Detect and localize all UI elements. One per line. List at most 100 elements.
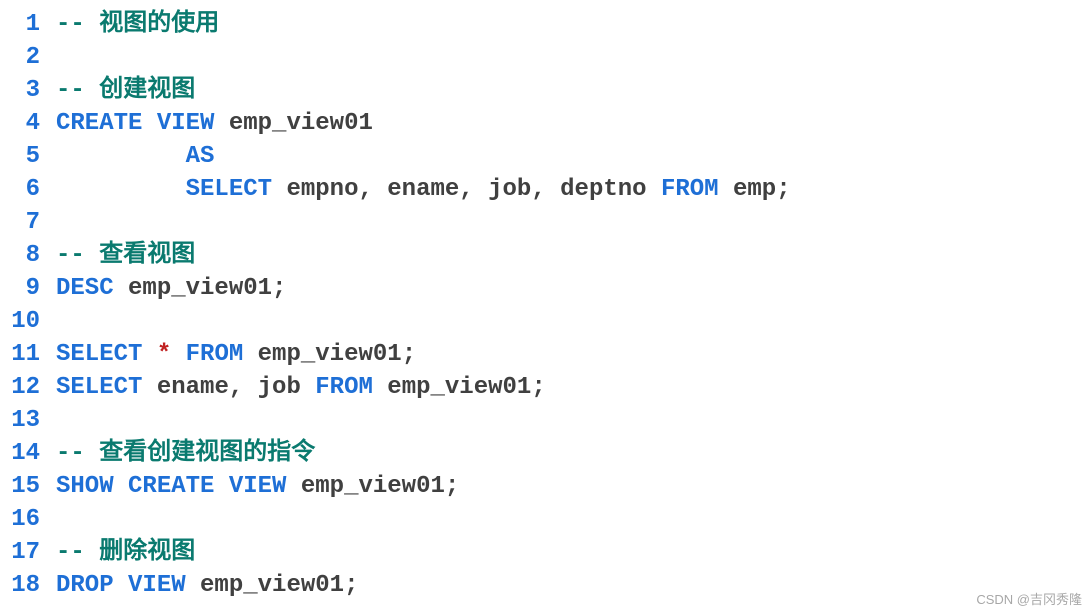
token-pn: , <box>459 176 488 203</box>
token-pn <box>301 374 315 401</box>
token-pn <box>243 341 257 368</box>
watermark: CSDN @吉冈秀隆 <box>976 589 1082 608</box>
code-line[interactable] <box>56 503 1092 536</box>
line-number: 1 <box>0 8 40 41</box>
line-number: 18 <box>0 569 40 602</box>
token-pn: , <box>531 176 560 203</box>
token-cm: -- 视图的使用 <box>56 11 219 38</box>
token-id: emp_view01 <box>301 473 445 500</box>
token-pn: ; <box>531 374 545 401</box>
token-pn <box>56 143 186 170</box>
line-number: 14 <box>0 437 40 470</box>
token-id: empno <box>286 176 358 203</box>
token-kw: VIEW <box>229 473 287 500</box>
line-number: 3 <box>0 74 40 107</box>
token-kw: AS <box>186 143 215 170</box>
token-pn <box>272 176 286 203</box>
token-id: job <box>488 176 531 203</box>
code-line[interactable]: SELECT ename, job FROM emp_view01; <box>56 371 1092 404</box>
code-line[interactable]: AS <box>56 140 1092 173</box>
line-number: 12 <box>0 371 40 404</box>
token-pn <box>719 176 733 203</box>
token-kw: SHOW <box>56 473 114 500</box>
token-pn: ; <box>445 473 459 500</box>
line-number: 11 <box>0 338 40 371</box>
token-pn <box>142 110 156 137</box>
token-pn: ; <box>344 572 358 599</box>
token-kw: VIEW <box>128 572 186 599</box>
token-id: ename <box>387 176 459 203</box>
token-id: deptno <box>560 176 646 203</box>
token-cm: -- 查看视图 <box>56 242 195 269</box>
code-line[interactable]: SELECT empno, ename, job, deptno FROM em… <box>56 173 1092 206</box>
token-kw: FROM <box>661 176 719 203</box>
token-id: emp_view01 <box>128 275 272 302</box>
token-id: emp_view01 <box>229 110 373 137</box>
code-line[interactable] <box>56 41 1092 74</box>
token-pn <box>142 374 156 401</box>
token-pn <box>214 473 228 500</box>
token-pn <box>373 374 387 401</box>
token-pn: ; <box>776 176 790 203</box>
code-line[interactable]: -- 查看创建视图的指令 <box>56 437 1092 470</box>
token-id: emp_view01 <box>258 341 402 368</box>
code-area[interactable]: -- 视图的使用 -- 创建视图 CREATE VIEW emp_view01 A… <box>56 8 1092 602</box>
code-line[interactable]: -- 视图的使用 <box>56 8 1092 41</box>
token-kw: SELECT <box>56 374 142 401</box>
line-number: 13 <box>0 404 40 437</box>
line-number-gutter: 123456789101112131415161718 <box>0 8 56 602</box>
token-pn <box>56 176 186 203</box>
code-line[interactable] <box>56 404 1092 437</box>
token-op: * <box>157 341 171 368</box>
token-pn: , <box>358 176 387 203</box>
token-pn <box>114 473 128 500</box>
code-line[interactable]: CREATE VIEW emp_view01 <box>56 107 1092 140</box>
token-kw: VIEW <box>157 110 215 137</box>
code-line[interactable] <box>56 305 1092 338</box>
code-line[interactable]: SELECT * FROM emp_view01; <box>56 338 1092 371</box>
token-pn <box>114 275 128 302</box>
token-pn <box>286 473 300 500</box>
line-number: 6 <box>0 173 40 206</box>
token-kw: SELECT <box>186 176 272 203</box>
token-pn: ; <box>402 341 416 368</box>
code-line[interactable] <box>56 206 1092 239</box>
line-number: 2 <box>0 41 40 74</box>
line-number: 15 <box>0 470 40 503</box>
line-number: 5 <box>0 140 40 173</box>
line-number: 9 <box>0 272 40 305</box>
code-line[interactable]: SHOW CREATE VIEW emp_view01; <box>56 470 1092 503</box>
token-pn: ; <box>272 275 286 302</box>
token-kw: FROM <box>186 341 244 368</box>
token-pn <box>142 341 156 368</box>
token-kw: DROP <box>56 572 114 599</box>
token-id: job <box>258 374 301 401</box>
line-number: 4 <box>0 107 40 140</box>
line-number: 16 <box>0 503 40 536</box>
line-number: 7 <box>0 206 40 239</box>
code-editor[interactable]: 123456789101112131415161718 -- 视图的使用 -- … <box>0 8 1092 602</box>
token-kw: FROM <box>315 374 373 401</box>
token-pn <box>114 572 128 599</box>
token-pn <box>171 341 185 368</box>
line-number: 17 <box>0 536 40 569</box>
token-cm: -- 删除视图 <box>56 539 195 566</box>
code-line[interactable]: -- 查看视图 <box>56 239 1092 272</box>
code-line[interactable]: DROP VIEW emp_view01; <box>56 569 1092 602</box>
token-pn: , <box>229 374 258 401</box>
token-kw: CREATE <box>56 110 142 137</box>
token-kw: SELECT <box>56 341 142 368</box>
line-number: 10 <box>0 305 40 338</box>
code-line[interactable]: DESC emp_view01; <box>56 272 1092 305</box>
token-kw: CREATE <box>128 473 214 500</box>
token-pn <box>186 572 200 599</box>
token-cm: -- 查看创建视图的指令 <box>56 440 315 467</box>
token-id: emp_view01 <box>387 374 531 401</box>
code-line[interactable]: -- 删除视图 <box>56 536 1092 569</box>
token-id: emp_view01 <box>200 572 344 599</box>
token-id: emp <box>733 176 776 203</box>
token-pn <box>214 110 228 137</box>
code-line[interactable]: -- 创建视图 <box>56 74 1092 107</box>
token-cm: -- 创建视图 <box>56 77 195 104</box>
token-kw: DESC <box>56 275 114 302</box>
